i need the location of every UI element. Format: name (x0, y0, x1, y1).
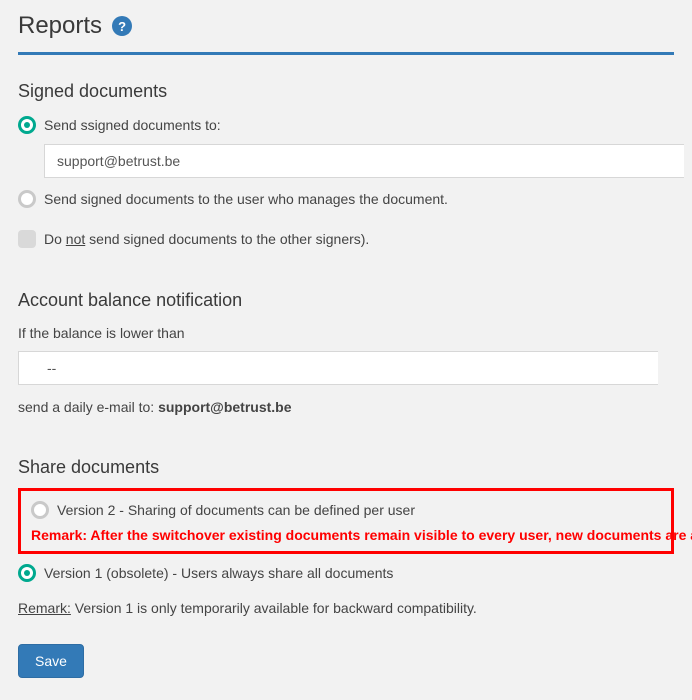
share-v2-remark: Remark: After the switchover existing do… (31, 523, 661, 543)
share-v2-highlight-box: Version 2 - Sharing of documents can be … (18, 488, 674, 554)
share-documents-title: Share documents (18, 457, 674, 478)
header-divider (18, 52, 674, 55)
radio-share-v2-label: Version 2 - Sharing of documents can be … (57, 502, 415, 518)
radio-share-v2[interactable]: Version 2 - Sharing of documents can be … (31, 497, 661, 523)
page-header: Reports ? (18, 12, 674, 52)
signed-email-input[interactable]: support@betrust.be (44, 144, 684, 178)
help-icon[interactable]: ? (112, 16, 132, 36)
account-balance-title: Account balance notification (18, 290, 674, 311)
share-v1-remark: Remark: Version 1 is only temporarily av… (18, 586, 674, 616)
checkbox-do-not-send[interactable]: Do not send signed documents to the othe… (18, 212, 674, 252)
checkbox-do-not-send-label: Do not send signed documents to the othe… (44, 231, 369, 247)
section-share-documents: Share documents Version 2 - Sharing of d… (18, 451, 674, 622)
radio-send-signed-to[interactable]: Send ssigned documents to: (18, 112, 674, 138)
radio-share-v1[interactable]: Version 1 (obsolete) - Users always shar… (18, 560, 674, 586)
radio-share-v1-label: Version 1 (obsolete) - Users always shar… (44, 565, 393, 581)
radio-icon-selected (18, 116, 36, 134)
page-title: Reports (18, 12, 102, 40)
radio-send-to-manager[interactable]: Send signed documents to the user who ma… (18, 186, 674, 212)
radio-icon (31, 501, 49, 519)
balance-if-label: If the balance is lower than (18, 321, 674, 345)
radio-send-signed-to-label: Send ssigned documents to: (44, 117, 221, 133)
section-account-balance: Account balance notification If the bala… (18, 284, 674, 451)
radio-icon-selected (18, 564, 36, 582)
balance-daily-email-label: send a daily e-mail to: support@betrust.… (18, 395, 674, 419)
radio-icon (18, 190, 36, 208)
section-signed-documents: Signed documents Send ssigned documents … (18, 75, 674, 284)
radio-send-to-manager-label: Send signed documents to the user who ma… (44, 191, 448, 207)
balance-threshold-select[interactable]: -- (18, 351, 658, 385)
checkbox-icon (18, 230, 36, 248)
signed-documents-title: Signed documents (18, 81, 674, 102)
save-button[interactable]: Save (18, 644, 84, 678)
